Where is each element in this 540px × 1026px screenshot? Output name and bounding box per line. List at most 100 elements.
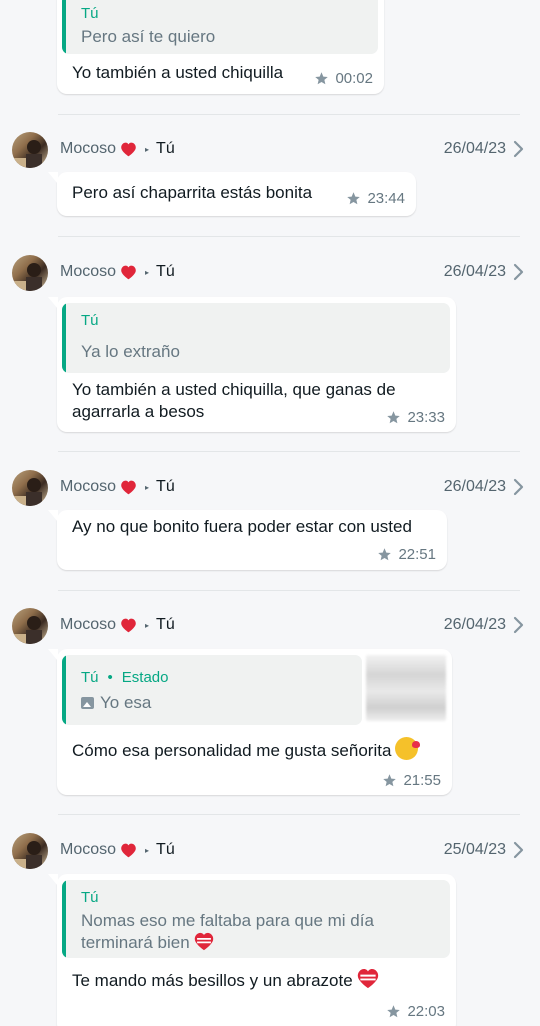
- quote-author: Tú: [81, 312, 99, 329]
- message-date: 26/04/23: [443, 140, 506, 157]
- sender-name: Mocoso: [60, 263, 117, 280]
- message-date: 25/04/23: [443, 841, 506, 858]
- avatar[interactable]: [12, 470, 48, 506]
- chevron-right-icon[interactable]: [512, 139, 526, 159]
- separator-dot: •: [107, 669, 113, 686]
- message-time: 22:03: [407, 1003, 445, 1020]
- message-time: 00:02: [335, 70, 373, 87]
- quote-author: Tú: [81, 5, 99, 22]
- star-icon: [387, 411, 401, 424]
- recipient-name: Tú: [156, 263, 175, 280]
- avatar[interactable]: [12, 255, 48, 291]
- quoted-message[interactable]: Tú Ya lo extraño: [62, 303, 450, 373]
- bubble-tail: [48, 874, 58, 886]
- message-time: 22:51: [398, 546, 436, 563]
- quote-tag: Estado: [121, 669, 169, 686]
- quoted-status[interactable]: Tú • Estado Yo esa: [62, 655, 362, 725]
- bubble-tail: [48, 172, 58, 184]
- divider: [58, 114, 520, 115]
- message-bubble[interactable]: Tú Pero así te quiero Yo también a usted…: [57, 0, 384, 94]
- triangle-right-icon: ▸: [145, 267, 150, 277]
- recipient-name: Tú: [156, 616, 175, 633]
- message-bubble[interactable]: Ay no que bonito fuera poder estar con u…: [48, 510, 447, 570]
- red-heart-icon: [121, 843, 136, 857]
- message-meta: 00:02: [314, 70, 373, 87]
- triangle-right-icon: ▸: [145, 620, 150, 630]
- quote-text-line: Yo esa: [81, 692, 151, 714]
- quote-accent-bar: [62, 880, 66, 958]
- status-thumbnail[interactable]: [366, 655, 446, 721]
- divider: [58, 590, 520, 591]
- message-time: 21:55: [403, 772, 441, 789]
- chevron-right-icon[interactable]: [512, 477, 526, 497]
- message-time: 23:44: [367, 190, 405, 207]
- triangle-right-icon: ▸: [145, 845, 150, 855]
- message-text: agarrarla a besos: [72, 402, 205, 421]
- sender-name: Mocoso: [60, 841, 117, 858]
- avatar[interactable]: [12, 132, 48, 168]
- message-header[interactable]: Mocoso ▸ Tú 25/04/23: [0, 831, 540, 871]
- divider: [58, 814, 520, 815]
- quote-text: terminará bien: [81, 933, 190, 952]
- message-meta: 21:55: [382, 772, 441, 789]
- starred-message-item[interactable]: Mocoso ▸ Tú 26/04/23 Tú Ya lo extraño Yo…: [0, 253, 540, 438]
- bubble-tail: [48, 649, 58, 661]
- red-heart-icon: [121, 618, 136, 632]
- chevron-right-icon[interactable]: [512, 615, 526, 635]
- starred-message-item[interactable]: Mocoso ▸ Tú 25/04/23 Tú Nomas eso me fal…: [0, 831, 540, 1026]
- red-heart-icon: [121, 142, 136, 156]
- triangle-right-icon: ▸: [145, 482, 150, 492]
- message-bubble[interactable]: Tú Ya lo extraño Yo también a usted chiq…: [48, 297, 456, 432]
- message-header[interactable]: Mocoso ▸ Tú 26/04/23: [0, 130, 540, 170]
- message-meta: 23:33: [386, 409, 445, 426]
- chevron-right-icon[interactable]: [512, 840, 526, 860]
- heart-emoji-icon: [357, 968, 378, 989]
- quoted-message[interactable]: Tú Nomas eso me faltaba para que mi día …: [62, 880, 450, 958]
- message-date: 26/04/23: [443, 263, 506, 280]
- message-header[interactable]: Mocoso ▸ Tú 26/04/23: [0, 253, 540, 293]
- message-header[interactable]: Mocoso ▸ Tú 26/04/23: [0, 606, 540, 646]
- triangle-right-icon: ▸: [145, 144, 150, 154]
- quote-author: Tú: [81, 669, 99, 686]
- message-bubble[interactable]: Pero así chaparrita estás bonita 23:44: [48, 172, 416, 216]
- avatar[interactable]: [12, 608, 48, 644]
- quote-text: Yo esa: [100, 693, 152, 712]
- message-text: Yo también a usted chiquilla: [72, 63, 284, 82]
- avatar[interactable]: [12, 833, 48, 869]
- quote-accent-bar: [62, 655, 66, 725]
- message-bubble[interactable]: Tú Nomas eso me faltaba para que mi día …: [48, 874, 456, 1026]
- recipient-name: Tú: [156, 478, 175, 495]
- sender-line: Mocoso ▸ Tú: [60, 478, 175, 496]
- bubble-tail: [48, 297, 58, 309]
- sender-line: Mocoso ▸ Tú: [60, 841, 175, 859]
- sender-line: Mocoso ▸ Tú: [60, 140, 175, 158]
- quote-text-line2: terminará bien: [81, 932, 215, 954]
- quoted-message[interactable]: Tú Pero así te quiero: [62, 0, 378, 54]
- message-header[interactable]: Mocoso ▸ Tú 26/04/23: [0, 468, 540, 508]
- red-heart-icon: [121, 265, 136, 279]
- message-meta: 23:44: [346, 190, 405, 207]
- quote-text: Pero así te quiero: [81, 27, 216, 46]
- message-text-line: Te mando más besillos y un abrazote: [72, 968, 380, 992]
- sender-name: Mocoso: [60, 478, 117, 495]
- message-text-line: Cómo esa personalidad me gusta señorita: [72, 737, 421, 762]
- star-icon: [383, 774, 397, 787]
- sender-line: Mocoso ▸ Tú: [60, 263, 175, 281]
- divider: [58, 236, 520, 237]
- message-text: Cómo esa personalidad me gusta señorita: [72, 741, 392, 760]
- starred-message-item[interactable]: Mocoso ▸ Tú 26/04/23 Ay no que bonito fu…: [0, 468, 540, 578]
- recipient-name: Tú: [156, 841, 175, 858]
- message-text: Pero así chaparrita estás bonita: [72, 183, 313, 202]
- chevron-right-icon[interactable]: [512, 262, 526, 282]
- message-date: 26/04/23: [443, 478, 506, 495]
- starred-message-item[interactable]: Mocoso ▸ Tú 26/04/23 Tú • Estado Yo esa Có…: [0, 606, 540, 806]
- sender-line: Mocoso ▸ Tú: [60, 616, 175, 634]
- message-bubble[interactable]: Tú • Estado Yo esa Cómo esa personalidad m…: [48, 649, 452, 795]
- image-icon: [81, 697, 94, 709]
- star-icon: [387, 1005, 401, 1018]
- message-text: Yo también a usted chiquilla, que ganas …: [72, 380, 396, 399]
- quote-author: Tú: [81, 889, 99, 906]
- message-meta: 22:51: [377, 546, 436, 563]
- heart-emoji-icon: [194, 932, 213, 951]
- starred-message-item[interactable]: Mocoso ▸ Tú 26/04/23 Pero así chaparrita…: [0, 130, 540, 230]
